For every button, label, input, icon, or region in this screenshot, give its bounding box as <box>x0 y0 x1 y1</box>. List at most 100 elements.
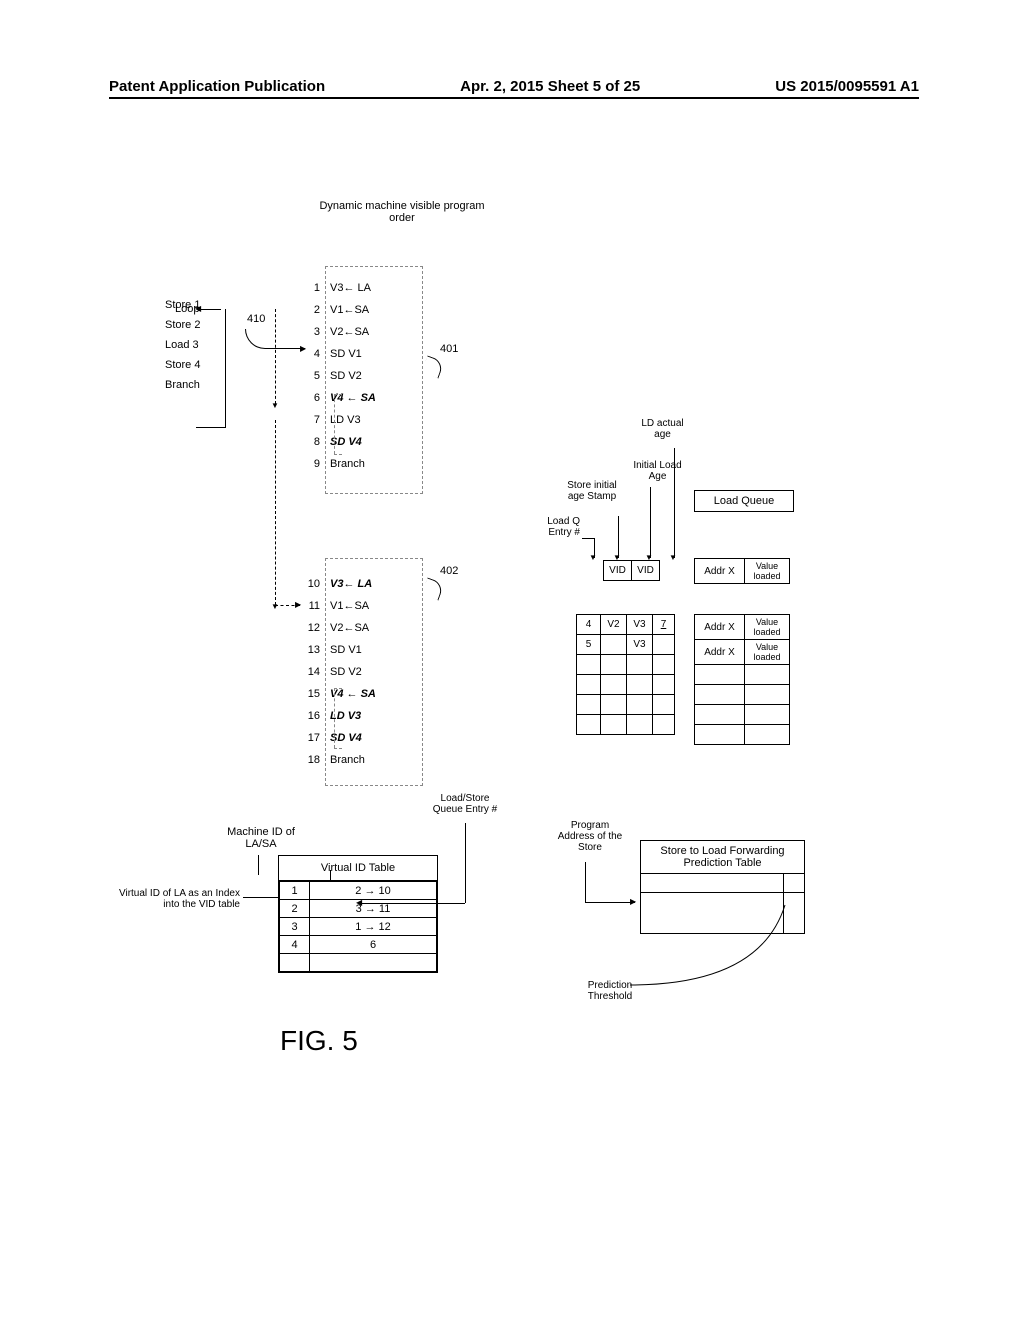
vid-cell: 3 <box>280 918 310 936</box>
ref-410: 410 <box>247 313 265 325</box>
instr-num: 10 <box>300 578 320 590</box>
lq-cell <box>653 635 675 655</box>
instr-text: V3← LA <box>330 282 400 294</box>
stl-threshold-curve <box>620 900 800 990</box>
instr-num: 7 <box>300 414 320 426</box>
instr-num: 3 <box>300 326 320 338</box>
lq-cell: Addr X <box>695 559 745 584</box>
instr-num: 18 <box>300 754 320 766</box>
vid-cell <box>310 954 437 972</box>
vid-cell: 6 <box>310 936 437 954</box>
instr-num: 8 <box>300 436 320 448</box>
instr-text: SD V2 <box>330 666 400 678</box>
ref-402: 402 <box>440 565 458 577</box>
loop-arrow-top <box>201 309 221 310</box>
lq-cell: Addr X <box>695 640 745 665</box>
instr-text: V1←SA <box>330 600 400 612</box>
ld-actual-label: LD actual age <box>635 418 690 440</box>
instr-num: 13 <box>300 644 320 656</box>
figure-label: FIG. 5 <box>280 1025 358 1057</box>
instr-text: SD V1 <box>330 348 400 360</box>
stl-title: Store to Load Forwarding Prediction Tabl… <box>641 841 804 873</box>
lq-arrow-entry-tip: ▼ <box>589 553 597 562</box>
diagram-title: Dynamic machine visible program order <box>317 200 487 224</box>
lq-cell <box>601 635 627 655</box>
instr-num: 14 <box>300 666 320 678</box>
vid-table: 12 → 10 23 → 11 31 → 12 46 <box>279 881 437 972</box>
instr-text: Branch <box>330 458 400 470</box>
instr-text: V1←SA <box>330 304 400 316</box>
vid-cell: 2 → 10 <box>310 882 437 900</box>
lq-cell <box>695 725 745 745</box>
load-queue-title: Load Queue <box>694 490 794 512</box>
instr-text: SD V4 <box>330 436 400 448</box>
header-center: Apr. 2, 2015 Sheet 5 of 25 <box>460 78 640 95</box>
lq-cell <box>695 685 745 705</box>
lq-right-table: Addr X Value loaded Addr X Value loaded <box>694 614 790 745</box>
loop-item: Store 4 <box>165 355 200 375</box>
instr-text: LD V3 <box>330 414 400 426</box>
loop-item: Store 1 <box>165 295 200 315</box>
page-header: Patent Application Publication Apr. 2, 2… <box>109 78 919 99</box>
lq-addr-header-table: Addr X Value loaded <box>694 558 790 584</box>
loop-item: Load 3 <box>165 335 200 355</box>
instr-text: SD V1 <box>330 644 400 656</box>
lq-cell: 4 <box>577 615 601 635</box>
lq-cell <box>577 695 601 715</box>
instr-num: 6 <box>300 392 320 404</box>
lq-cell <box>577 675 601 695</box>
stl-left-arrow-v <box>585 862 586 902</box>
inner-dash-1 <box>334 394 335 454</box>
lq-cell: Value loaded <box>745 640 790 665</box>
inner-dash-2b <box>334 748 342 749</box>
vid-cell: 4 <box>280 936 310 954</box>
vid-cell: 2 <box>280 900 310 918</box>
vid-arrow-top <box>258 855 259 875</box>
instr-text: V3← LA <box>330 578 400 590</box>
instr-num: 17 <box>300 732 320 744</box>
vid-label-right: Load/Store Queue Entry # <box>430 793 500 815</box>
initial-load-label: Initial Load Age <box>630 460 685 482</box>
instr-text: Branch <box>330 754 400 766</box>
lq-arrow-actual <box>674 448 675 558</box>
loop-item: Branch <box>165 375 200 395</box>
lq-cell: Value loaded <box>745 615 790 640</box>
lq-cell: V3 <box>627 615 653 635</box>
instr-num: 16 <box>300 710 320 722</box>
instruction-block-2: 10 V3← LA 11 V1←SA 12 V2←SA 13 SD V1 14 SD V2… <box>300 573 400 771</box>
instr-num: 2 <box>300 304 320 316</box>
vid-table-title: Virtual ID Table <box>279 856 437 881</box>
vid-label-left: Virtual ID of LA as an Index into the VI… <box>110 888 240 910</box>
header-left: Patent Application Publication <box>109 78 325 95</box>
inner-dash-1b <box>334 454 342 455</box>
vid-cell <box>280 954 310 972</box>
lq-cell: 5 <box>577 635 601 655</box>
stl-left-label: Program Address of the Store <box>555 820 625 853</box>
inner-dash-1t <box>334 394 342 395</box>
instr-text: V2←SA <box>330 622 400 634</box>
instr-num: 11 <box>300 600 320 612</box>
instruction-block-1: 1V3← LA 2V1←SA 3V2←SA 4SD V1 5SD V2 6V4 … <box>300 277 400 475</box>
loop-branch-line <box>196 427 226 428</box>
ref-401: 401 <box>440 343 458 355</box>
vid-cell: 1 → 12 <box>310 918 437 936</box>
store-stamp-label: Store initial age Stamp <box>562 480 622 502</box>
lq-cell <box>695 665 745 685</box>
vid-table-outer: Virtual ID Table 12 → 10 23 → 11 31 → 12… <box>278 855 438 973</box>
inner-dash-2 <box>334 688 335 748</box>
loop-item: Store 2 <box>165 315 200 335</box>
instr-text: V2←SA <box>330 326 400 338</box>
ref-401-line <box>421 355 444 378</box>
loop-list: Store 1 Store 2 Load 3 Store 4 Branch <box>165 295 200 395</box>
lq-vid-header-table: VID VID <box>603 560 660 581</box>
lq-cell: VID <box>632 561 660 581</box>
lq-arrow-vid1 <box>618 516 619 558</box>
instr-text: SD V2 <box>330 370 400 382</box>
lq-arrow-entry-h <box>582 538 594 539</box>
ref-402-line <box>421 577 444 600</box>
instr-text: LD V3 <box>330 710 400 722</box>
instr-num: 12 <box>300 622 320 634</box>
lq-cell: 7 <box>653 615 675 635</box>
lq-cell: V2 <box>601 615 627 635</box>
instr-num: 5 <box>300 370 320 382</box>
